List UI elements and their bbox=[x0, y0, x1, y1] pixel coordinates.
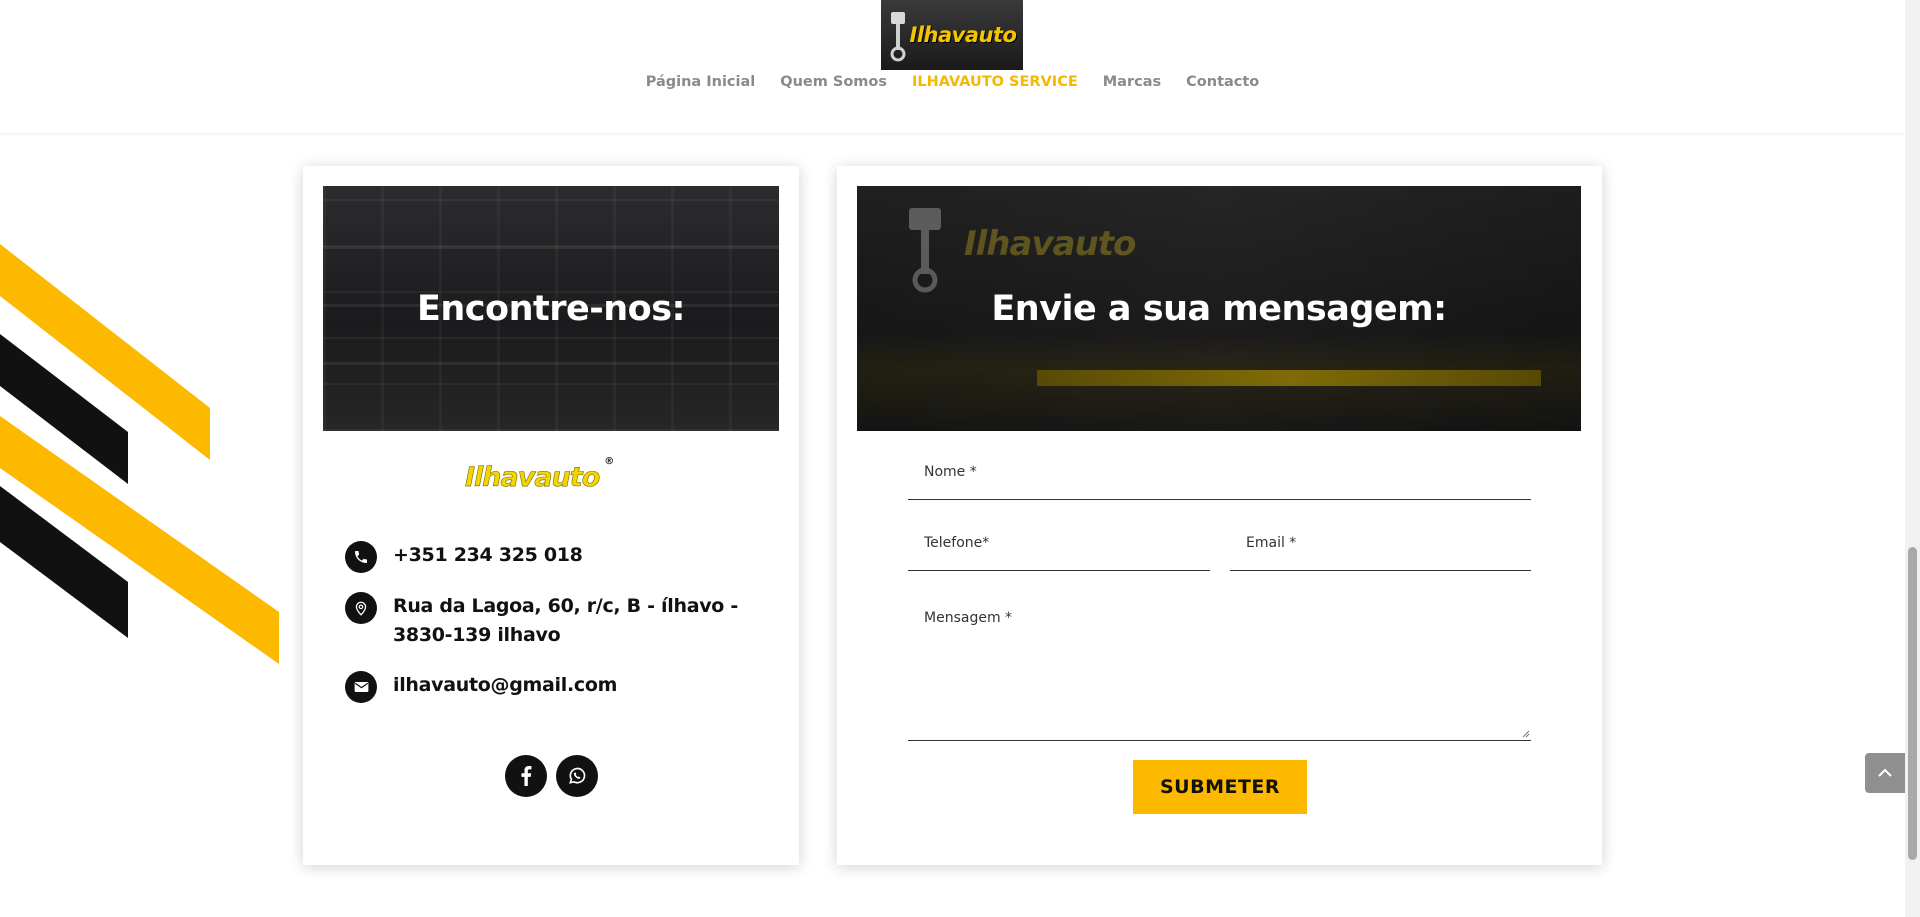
contact-banner: Encontre-nos: bbox=[323, 186, 779, 431]
facebook-link[interactable] bbox=[505, 755, 547, 797]
decorative-stripes bbox=[0, 244, 279, 664]
banner-counter bbox=[1037, 370, 1541, 386]
message-field bbox=[908, 606, 1531, 741]
email-field bbox=[1230, 535, 1531, 571]
brand-logo: Ilhavauto ® bbox=[465, 456, 615, 494]
contact-card: Encontre-nos: Ilhavauto ® +351 234 325 0… bbox=[303, 166, 799, 865]
contact-banner-title: Encontre-nos: bbox=[416, 288, 686, 329]
nav-item-ilhavauto-service[interactable]: ILHAVAUTO SERVICE bbox=[900, 73, 1091, 91]
registered-mark: ® bbox=[604, 456, 614, 467]
site-logo[interactable]: Ilhavauto bbox=[881, 0, 1023, 70]
contact-address: Rua da Lagoa, 60, r/c, B - ílhavo - 3830… bbox=[393, 595, 738, 646]
nav-item-pagina-inicial[interactable]: Página Inicial bbox=[633, 73, 768, 91]
form-banner-logo: Ilhavauto bbox=[964, 224, 1136, 264]
piston-icon bbox=[890, 12, 906, 62]
page-scrollbar[interactable] bbox=[1905, 0, 1920, 917]
whatsapp-icon bbox=[569, 767, 586, 784]
phone-icon bbox=[345, 541, 377, 573]
brand-logo-text: Ilhavauto bbox=[465, 462, 601, 494]
scroll-to-top-button[interactable] bbox=[1865, 753, 1905, 793]
name-input[interactable] bbox=[908, 464, 1531, 480]
nav-item-contacto[interactable]: Contacto bbox=[1174, 73, 1272, 91]
site-header: Ilhavauto Página Inicial Quem Somos ILHA… bbox=[0, 0, 1905, 133]
contact-email-row: ilhavauto@gmail.com bbox=[345, 671, 753, 703]
form-banner-title: Envie a sua mensagem: bbox=[991, 288, 1447, 329]
submit-button[interactable]: SUBMETER bbox=[1133, 760, 1307, 814]
contact-email[interactable]: ilhavauto@gmail.com bbox=[393, 671, 753, 700]
form-banner: Ilhavauto Envie a sua mensagem: bbox=[857, 186, 1581, 431]
piston-icon bbox=[909, 208, 941, 293]
nav-item-quem-somos[interactable]: Quem Somos bbox=[768, 73, 900, 91]
banner-shelf bbox=[323, 362, 779, 365]
chevron-up-icon bbox=[1878, 768, 1892, 777]
facebook-icon bbox=[521, 766, 532, 786]
resize-grip-icon[interactable] bbox=[1522, 730, 1530, 738]
nav-item-marcas[interactable]: Marcas bbox=[1090, 73, 1173, 91]
location-pin-icon bbox=[345, 592, 377, 624]
message-textarea[interactable] bbox=[908, 606, 1531, 734]
name-field bbox=[908, 464, 1531, 500]
whatsapp-link[interactable] bbox=[556, 755, 598, 797]
banner-shelf bbox=[323, 246, 779, 249]
phone-field bbox=[908, 535, 1210, 571]
contact-phone-row: +351 234 325 018 bbox=[345, 541, 753, 573]
message-form-card: Ilhavauto Envie a sua mensagem: SUBMETER bbox=[837, 166, 1602, 865]
site-logo-text: Ilhavauto bbox=[909, 23, 1017, 47]
email-input[interactable] bbox=[1230, 535, 1531, 551]
contact-address-row: Rua da Lagoa, 60, r/c, B - ílhavo - 3830… bbox=[345, 592, 753, 650]
mail-icon bbox=[345, 671, 377, 703]
phone-input[interactable] bbox=[908, 535, 1210, 551]
social-links bbox=[505, 755, 598, 797]
main-nav: Página Inicial Quem Somos ILHAVAUTO SERV… bbox=[0, 73, 1905, 91]
scrollbar-thumb[interactable] bbox=[1908, 547, 1917, 860]
contact-phone[interactable]: +351 234 325 018 bbox=[393, 541, 753, 570]
